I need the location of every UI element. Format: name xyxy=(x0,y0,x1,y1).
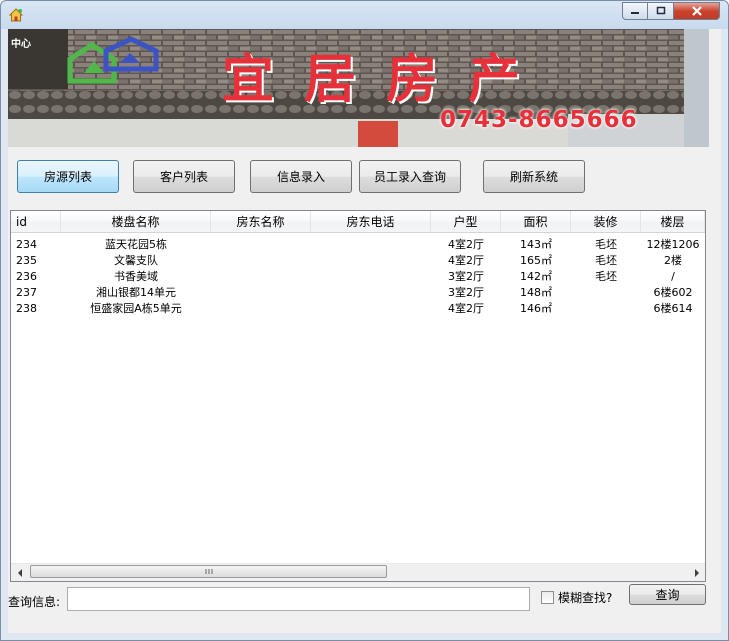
house-list-button[interactable]: 房源列表 xyxy=(17,160,119,193)
table-row[interactable]: 238 恒盛家园A栋5单元 4室2厅 146㎡ 6楼614 xyxy=(11,300,705,316)
table-cell-layout: 4室2厅 xyxy=(448,238,484,251)
arrow-right-icon xyxy=(694,568,699,577)
table-cell-layout: 4室2厅 xyxy=(448,254,484,267)
table-cell-building-name: 蓝天花园5栋 xyxy=(105,238,167,251)
table-cell-area: 165㎡ xyxy=(520,254,552,267)
main-panel: 中心 宜居房产 0743-8665666 房源列表 客户列表 信息录入 员工录入查询刷… xyxy=(8,29,721,633)
fuzzy-search-checkbox[interactable] xyxy=(541,591,554,604)
maximize-button[interactable] xyxy=(648,2,674,20)
column-header-landlord-phone[interactable]: 房东电话 xyxy=(311,211,431,232)
table-cell-layout: 3室2厅 xyxy=(448,286,484,299)
staff-entry-query-button[interactable]: 员工录入查询 xyxy=(359,160,461,193)
table-cell-floor: 2楼 xyxy=(664,254,682,267)
title-bar[interactable] xyxy=(1,1,728,29)
scroll-thumb[interactable] xyxy=(30,565,387,578)
table-cell-floor: 6楼602 xyxy=(653,286,693,299)
grid-header: id 楼盘名称 房东名称 房东电话 户型 面积 装修 楼层 xyxy=(11,211,705,233)
minimize-icon xyxy=(631,12,639,14)
table-cell-decoration: 毛坯 xyxy=(595,254,617,267)
search-label: 查询信息: xyxy=(8,595,61,609)
column-header-id[interactable]: id xyxy=(11,211,61,232)
horizontal-scrollbar[interactable] xyxy=(11,563,705,581)
table-cell-id: 235 xyxy=(16,253,37,267)
table-cell-area: 146㎡ xyxy=(520,302,552,315)
scroll-right-button[interactable] xyxy=(688,564,705,581)
table-cell-floor: / xyxy=(671,269,675,283)
table-cell-area: 142㎡ xyxy=(520,270,552,283)
table-row[interactable]: 237 湘山银都14单元 3室2厅 148㎡ 6楼602 xyxy=(11,284,705,300)
column-header-building-name[interactable]: 楼盘名称 xyxy=(61,211,211,232)
window-controls xyxy=(622,2,720,20)
query-button[interactable]: 查询 xyxy=(629,584,706,605)
info-entry-button[interactable]: 信息录入 xyxy=(250,160,352,193)
table-cell-decoration: 毛坯 xyxy=(595,238,617,251)
banner-image: 中心 宜居房产 0743-8665666 xyxy=(8,29,709,147)
grip-icon xyxy=(205,569,212,574)
table-cell-floor: 12楼1206 xyxy=(646,238,700,251)
table-cell-building-name: 文馨支队 xyxy=(114,254,158,267)
minimize-button[interactable] xyxy=(622,2,648,20)
banner-sign-text: 宜居房产 xyxy=(222,49,551,110)
close-button[interactable] xyxy=(674,2,720,20)
table-row[interactable]: 234 蓝天花园5栋 4室2厅 143㎡ 毛坯 12楼1206 xyxy=(11,236,705,252)
house-app-icon xyxy=(8,8,24,22)
banner-corner-text: 中心 xyxy=(11,39,31,50)
maximize-icon xyxy=(656,6,665,15)
table-row[interactable]: 236 书香美域 3室2厅 142㎡ 毛坯 / xyxy=(11,268,705,284)
table-cell-id: 237 xyxy=(16,285,37,299)
fuzzy-search-option[interactable]: 模糊查找? xyxy=(541,589,612,606)
table-cell-floor: 6楼614 xyxy=(653,302,693,315)
banner-phone: 0743-8665666 xyxy=(440,107,638,133)
table-cell-id: 238 xyxy=(16,301,37,315)
arrow-left-icon xyxy=(17,568,22,577)
column-header-decoration[interactable]: 装修 xyxy=(571,211,641,232)
column-header-floor[interactable]: 楼层 xyxy=(641,211,705,232)
client-list-button[interactable]: 客户列表 xyxy=(133,160,235,193)
fuzzy-search-label: 模糊查找? xyxy=(558,591,613,605)
table-row[interactable]: 235 文馨支队 4室2厅 165㎡ 毛坯 2楼 xyxy=(11,252,705,268)
table-cell-area: 143㎡ xyxy=(520,238,552,251)
app-window: 中心 宜居房产 0743-8665666 房源列表 客户列表 信息录入 员工录入查询刷… xyxy=(0,0,729,641)
search-input[interactable] xyxy=(67,587,530,611)
table-cell-building-name: 恒盛家园A栋5单元 xyxy=(90,302,182,315)
column-header-landlord-name[interactable]: 房东名称 xyxy=(211,211,311,232)
table-cell-decoration: 毛坯 xyxy=(595,270,617,283)
refresh-system-button[interactable]: 刷新系统 xyxy=(483,160,585,193)
table-cell-layout: 3室2厅 xyxy=(448,270,484,283)
table-cell-layout: 4室2厅 xyxy=(448,302,484,315)
table-cell-building-name: 湘山银都14单元 xyxy=(96,286,176,299)
house-data-grid[interactable]: id 楼盘名称 房东名称 房东电话 户型 面积 装修 楼层 234 蓝天花园5栋 4室2厅 143㎡… xyxy=(10,210,706,582)
column-header-area[interactable]: 面积 xyxy=(501,211,571,232)
table-cell-area: 148㎡ xyxy=(520,286,552,299)
table-cell-building-name: 书香美域 xyxy=(114,270,158,283)
column-header-layout[interactable]: 户型 xyxy=(431,211,501,232)
table-cell-id: 234 xyxy=(16,237,37,251)
table-cell-id: 236 xyxy=(16,269,37,283)
scroll-left-button[interactable] xyxy=(11,564,28,581)
close-icon xyxy=(691,6,702,16)
grid-body: 234 蓝天花园5栋 4室2厅 143㎡ 毛坯 12楼1206 235 文馨支队 4室2厅 165… xyxy=(11,236,705,316)
